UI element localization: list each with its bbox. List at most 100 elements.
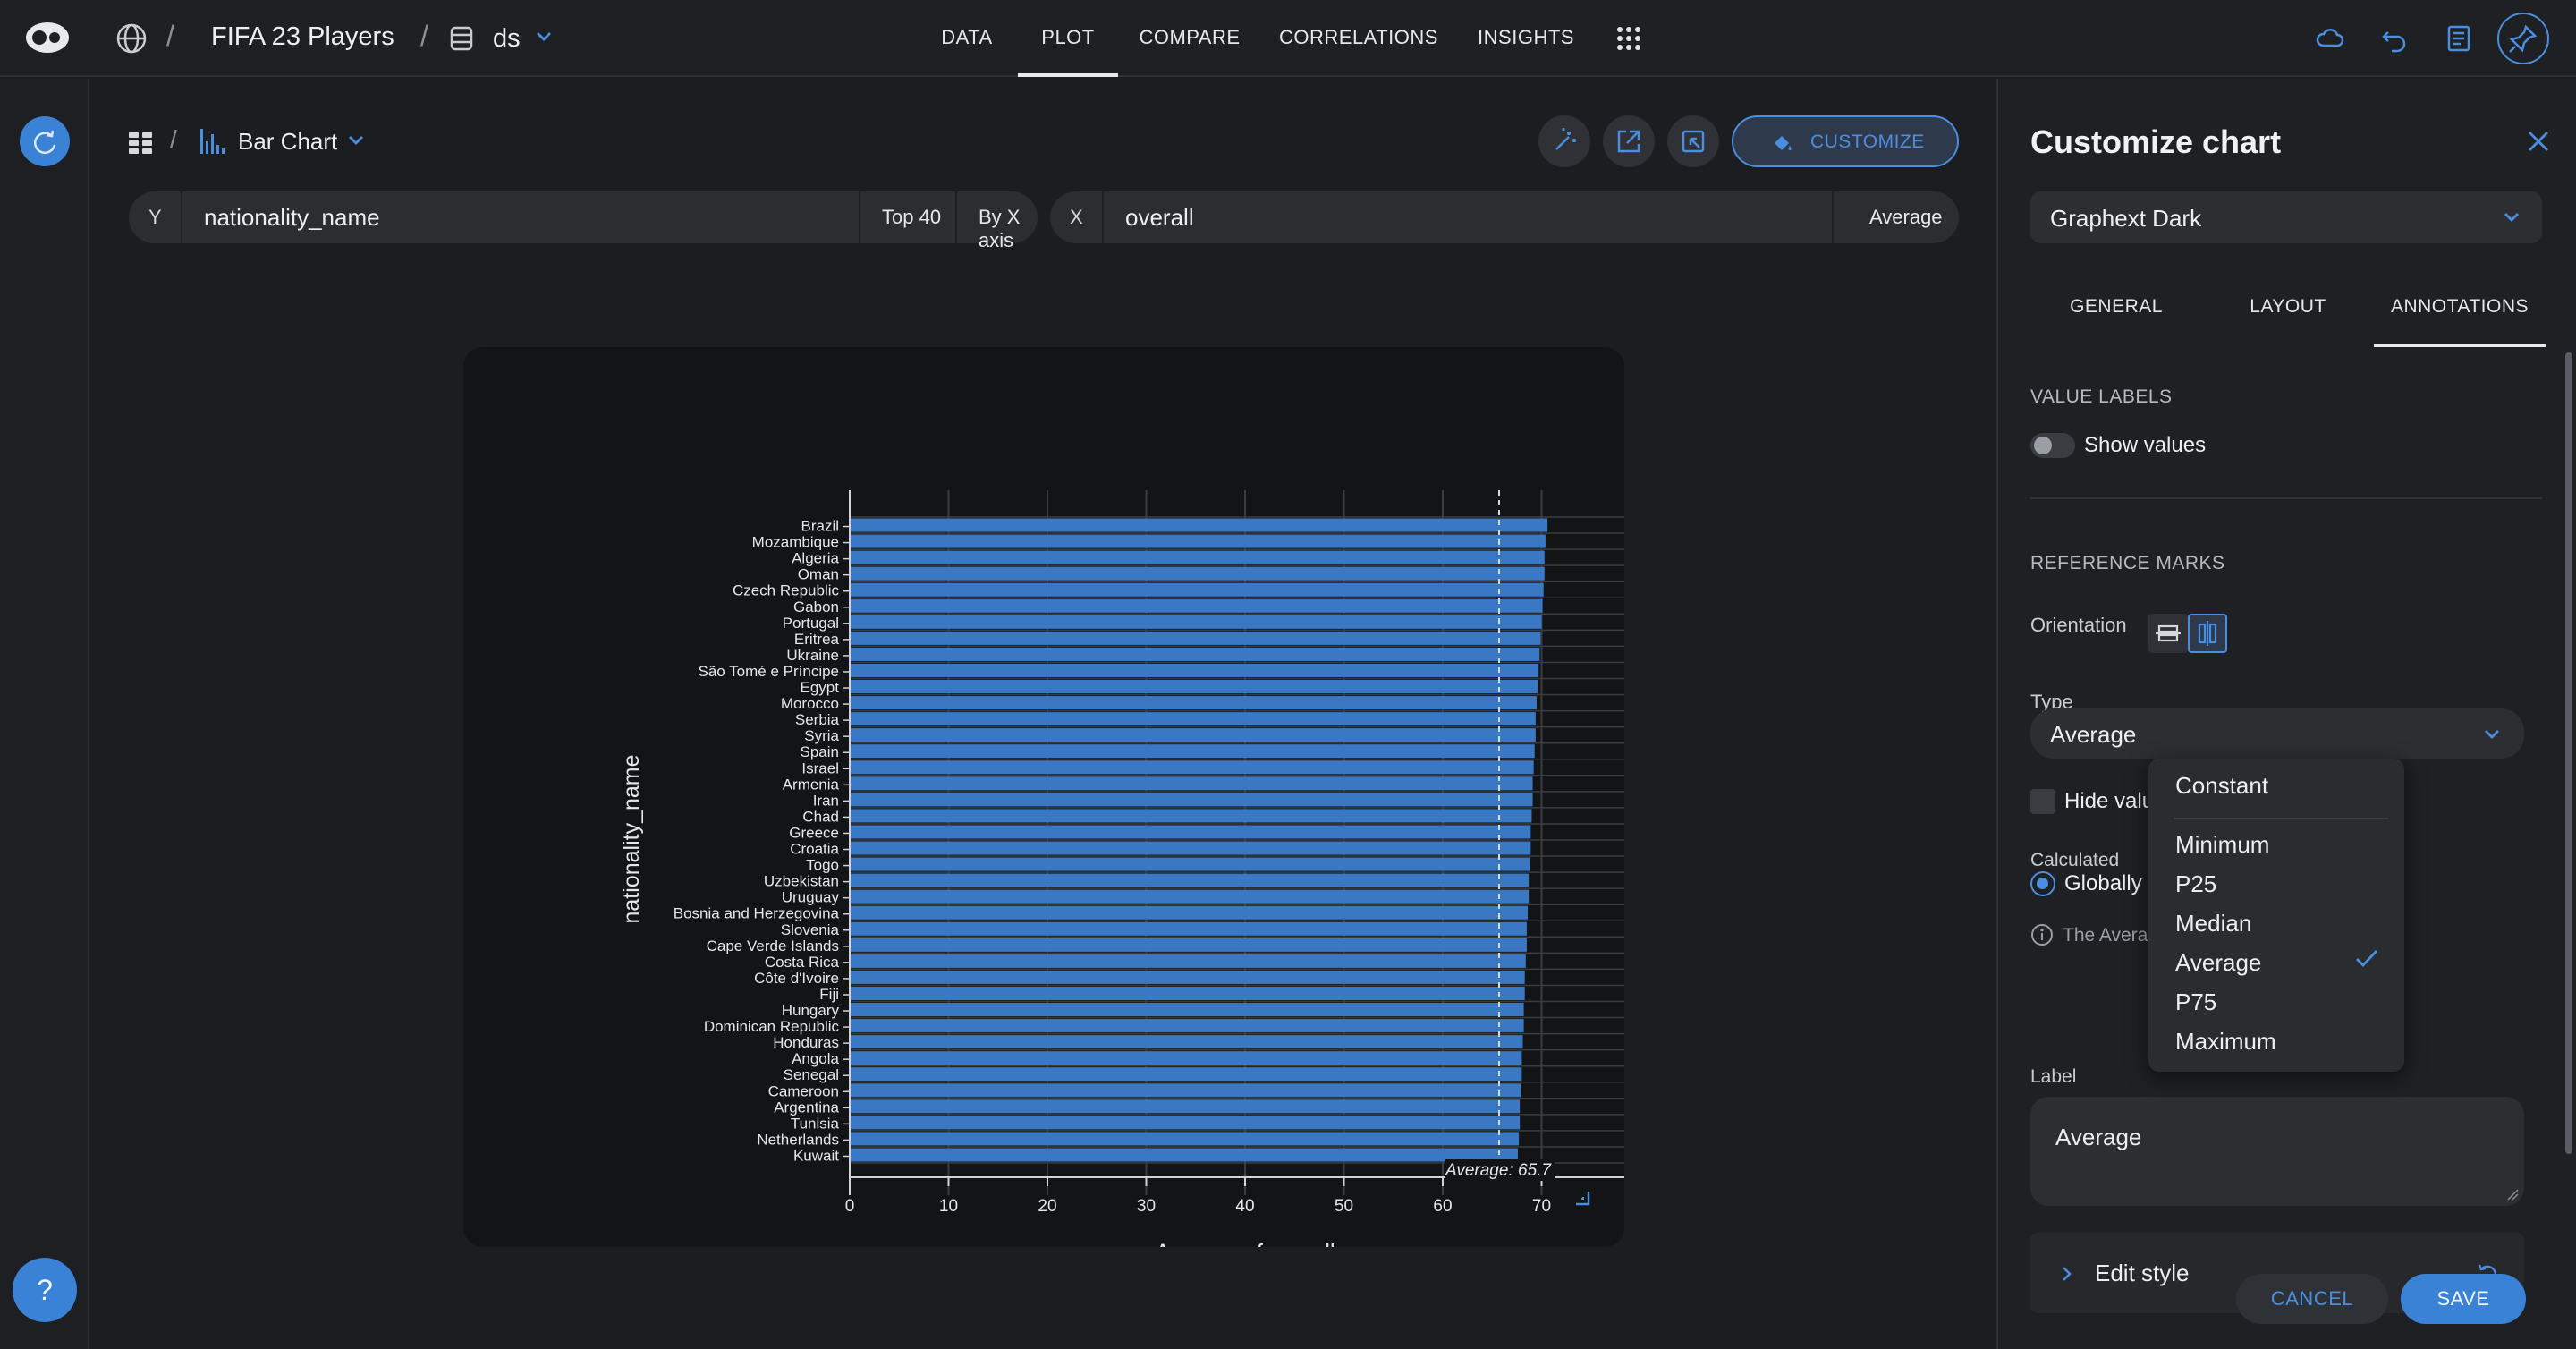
- resize-grip-icon[interactable]: [2506, 1188, 2519, 1201]
- y-encoding-pill[interactable]: Y nationality_name Top 40 By X axis: [129, 191, 1038, 251]
- add-to-insights-button[interactable]: [1667, 115, 1719, 167]
- bar: [850, 841, 1531, 855]
- category-label: Senegal: [784, 1066, 839, 1083]
- grid-view-icon[interactable]: [127, 129, 154, 156]
- theme-select[interactable]: Graphext Dark: [2030, 191, 2542, 243]
- category-label: Syria: [804, 727, 839, 744]
- pin-button[interactable]: [2497, 13, 2549, 64]
- chevron-down-icon[interactable]: [347, 134, 365, 147]
- bar: [850, 598, 1543, 613]
- bar-chart[interactable]: BrazilMozambiqueAlgeriaOmanCzech Republi…: [463, 347, 1650, 1265]
- tab-insights[interactable]: INSIGHTS: [1474, 0, 1578, 77]
- category-label: Cape Verde Islands: [707, 938, 839, 954]
- apps-grid-icon[interactable]: [1615, 25, 1642, 52]
- bar: [850, 582, 1544, 597]
- x-aggregation[interactable]: Average: [1869, 206, 1943, 229]
- x-encoding-pill[interactable]: X overall Average: [1050, 191, 1959, 243]
- project-title[interactable]: FIFA 23 Players: [211, 22, 394, 52]
- x-tick-label: 0: [845, 1197, 855, 1216]
- y-field[interactable]: nationality_name: [204, 204, 380, 232]
- label-field-label: Label: [2030, 1066, 2077, 1087]
- customize-button[interactable]: CUSTOMIZE: [1732, 115, 1959, 167]
- tab-plot[interactable]: PLOT: [1018, 0, 1118, 77]
- left-rail: ?: [0, 79, 89, 1349]
- tab-correlations[interactable]: CORRELATIONS: [1279, 0, 1437, 77]
- database-icon: [449, 25, 474, 52]
- close-icon[interactable]: [2526, 129, 2551, 154]
- dropdown-option-p25[interactable]: P25: [2148, 864, 2404, 904]
- category-label: Algeria: [792, 550, 839, 567]
- cursor-box-icon: [1682, 130, 1705, 153]
- category-label: Czech Republic: [733, 582, 840, 599]
- bar: [850, 905, 1529, 920]
- refresh-button[interactable]: [20, 116, 70, 166]
- category-label: Slovenia: [781, 921, 840, 938]
- radio-dot: [2037, 878, 2048, 889]
- category-label: Serbia: [795, 711, 840, 728]
- bar: [850, 873, 1530, 887]
- category-label: Croatia: [790, 841, 839, 858]
- notebook-icon[interactable]: [2444, 23, 2474, 54]
- bar: [850, 809, 1532, 823]
- save-button[interactable]: SAVE: [2401, 1274, 2526, 1324]
- x-tick-label: 50: [1335, 1197, 1353, 1216]
- dropdown-option-median[interactable]: Median: [2148, 904, 2404, 943]
- tab-annotations[interactable]: ANNOTATIONS: [2374, 277, 2546, 336]
- label-textarea[interactable]: Average: [2030, 1097, 2524, 1206]
- bar: [850, 825, 1531, 839]
- tab-general[interactable]: GENERAL: [2030, 277, 2202, 336]
- active-tab-indicator: [2374, 344, 2546, 347]
- panel-title: Customize chart: [2030, 123, 2282, 160]
- chart-type-label[interactable]: Bar Chart: [238, 128, 337, 156]
- x-tick-label: 30: [1137, 1197, 1156, 1216]
- bar: [850, 1083, 1521, 1098]
- x-axis-tag: X: [1070, 206, 1083, 228]
- edit-style-label: Edit style: [2095, 1260, 2190, 1286]
- orientation-vertical-button[interactable]: [2188, 614, 2227, 653]
- dropdown-option-p75[interactable]: P75: [2148, 982, 2404, 1022]
- x-tick-label: 20: [1038, 1197, 1056, 1216]
- category-label: São Tomé e Príncipe: [699, 663, 840, 680]
- bar: [850, 1019, 1524, 1033]
- category-label: Israel: [801, 759, 839, 776]
- globe-icon[interactable]: [114, 21, 148, 55]
- magic-button[interactable]: [1538, 115, 1590, 167]
- bar: [850, 954, 1526, 968]
- orientation-horizontal-button[interactable]: [2148, 614, 2188, 653]
- dropdown-list: Minimum P25 Median Average P75 Maximum: [2148, 825, 2404, 1061]
- type-select[interactable]: Average: [2030, 708, 2524, 759]
- x-tick-label: 40: [1235, 1197, 1254, 1216]
- dropdown-option-maximum[interactable]: Maximum: [2148, 1022, 2404, 1061]
- show-values-toggle[interactable]: [2030, 433, 2075, 458]
- type-value: Average: [2050, 721, 2137, 748]
- x-field[interactable]: overall: [1125, 204, 1194, 232]
- panel-scrollbar[interactable]: [2565, 352, 2572, 1154]
- bar: [850, 1003, 1524, 1017]
- cancel-button[interactable]: CANCEL: [2236, 1274, 2388, 1324]
- category-label: Cameroon: [768, 1082, 839, 1099]
- open-external-button[interactable]: [1603, 115, 1655, 167]
- bar: [850, 921, 1527, 936]
- resize-handle-icon[interactable]: [1572, 1188, 1590, 1206]
- undo-icon[interactable]: [2379, 23, 2410, 54]
- y-top-n[interactable]: Top 40: [882, 206, 941, 229]
- dataset-name[interactable]: ds: [493, 24, 521, 54]
- chevron-down-icon: [2504, 213, 2519, 222]
- y-sort[interactable]: By X axis: [979, 206, 1038, 252]
- bar: [850, 566, 1545, 581]
- category-label: Brazil: [801, 518, 839, 535]
- chevron-down-icon[interactable]: [535, 30, 553, 43]
- main-area: / Bar Chart CUSTOMIZE Y nationality_name: [91, 79, 1996, 1349]
- tab-data[interactable]: DATA: [930, 0, 1004, 77]
- cloud-icon[interactable]: [2315, 23, 2345, 54]
- dropdown-option-minimum[interactable]: Minimum: [2148, 825, 2404, 864]
- tab-layout[interactable]: LAYOUT: [2202, 277, 2374, 336]
- hide-values-checkbox[interactable]: [2030, 789, 2055, 814]
- globally-radio[interactable]: [2030, 871, 2055, 896]
- dropdown-option-constant[interactable]: Constant: [2148, 766, 2404, 805]
- help-button[interactable]: ?: [13, 1258, 77, 1322]
- tab-compare[interactable]: COMPARE: [1134, 0, 1245, 77]
- bar: [850, 776, 1533, 791]
- app-logo-icon[interactable]: [25, 20, 70, 55]
- category-label: Iran: [813, 792, 839, 809]
